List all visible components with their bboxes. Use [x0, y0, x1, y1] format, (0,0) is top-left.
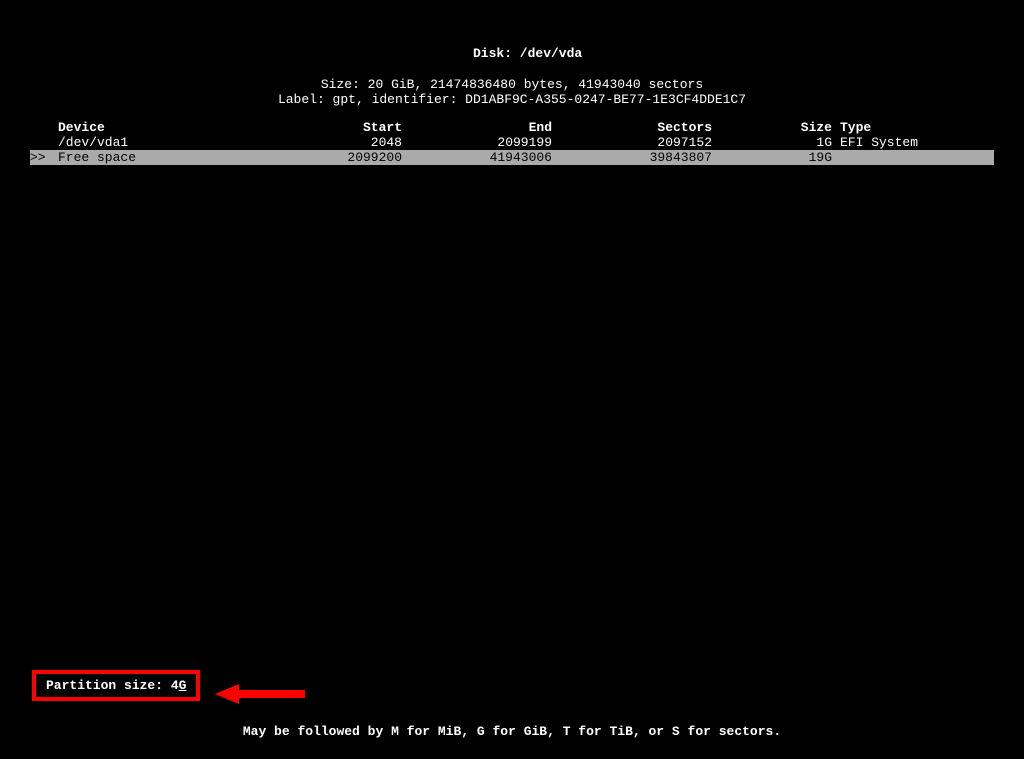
col-type-header: Type [832, 120, 994, 135]
disk-size-line: Size: 20 GiB, 21474836480 bytes, 4194304… [0, 77, 1024, 93]
row-size: 1G [712, 135, 832, 150]
col-indicator-header [30, 120, 52, 135]
col-size-header: Size [712, 120, 832, 135]
table-header-row: Device Start End Sectors Size Type [30, 120, 994, 135]
row-indicator: >> [30, 150, 52, 165]
col-start-header: Start [292, 120, 402, 135]
row-size: 19G [712, 150, 832, 165]
disk-path: /dev/vda [520, 46, 582, 61]
partition-size-input[interactable]: 4G [171, 678, 187, 693]
disk-label-prefix: Disk: [473, 46, 520, 61]
table-row[interactable]: /dev/vda1 2048 2099199 2097152 1G EFI Sy… [30, 135, 994, 150]
row-end: 41943006 [402, 150, 552, 165]
row-type: EFI System [832, 135, 994, 150]
disk-title: Disk: /dev/vda [0, 30, 1024, 77]
row-sectors: 39843807 [552, 150, 712, 165]
col-device-header: Device [52, 120, 292, 135]
disk-label-line: Label: gpt, identifier: DD1ABF9C-A355-02… [0, 92, 1024, 108]
disk-header: Disk: /dev/vda Size: 20 GiB, 21474836480… [0, 0, 1024, 108]
partition-size-highlight-box: Partition size: 4G [32, 670, 200, 701]
row-type [832, 150, 994, 165]
row-device: Free space [52, 150, 292, 165]
row-device: /dev/vda1 [52, 135, 292, 150]
annotation-arrow-icon [215, 682, 305, 710]
row-indicator [30, 135, 52, 150]
partition-size-label: Partition size: [46, 678, 171, 693]
row-start: 2099200 [292, 150, 402, 165]
partition-table: Device Start End Sectors Size Type /dev/… [0, 120, 1024, 165]
partition-size-prompt: Partition size: 4G [32, 670, 200, 701]
row-start: 2048 [292, 135, 402, 150]
col-end-header: End [402, 120, 552, 135]
col-sectors-header: Sectors [552, 120, 712, 135]
size-hint-text: May be followed by M for MiB, G for GiB,… [0, 724, 1024, 739]
row-end: 2099199 [402, 135, 552, 150]
row-sectors: 2097152 [552, 135, 712, 150]
table-row-selected[interactable]: >> Free space 2099200 41943006 39843807 … [30, 150, 994, 165]
